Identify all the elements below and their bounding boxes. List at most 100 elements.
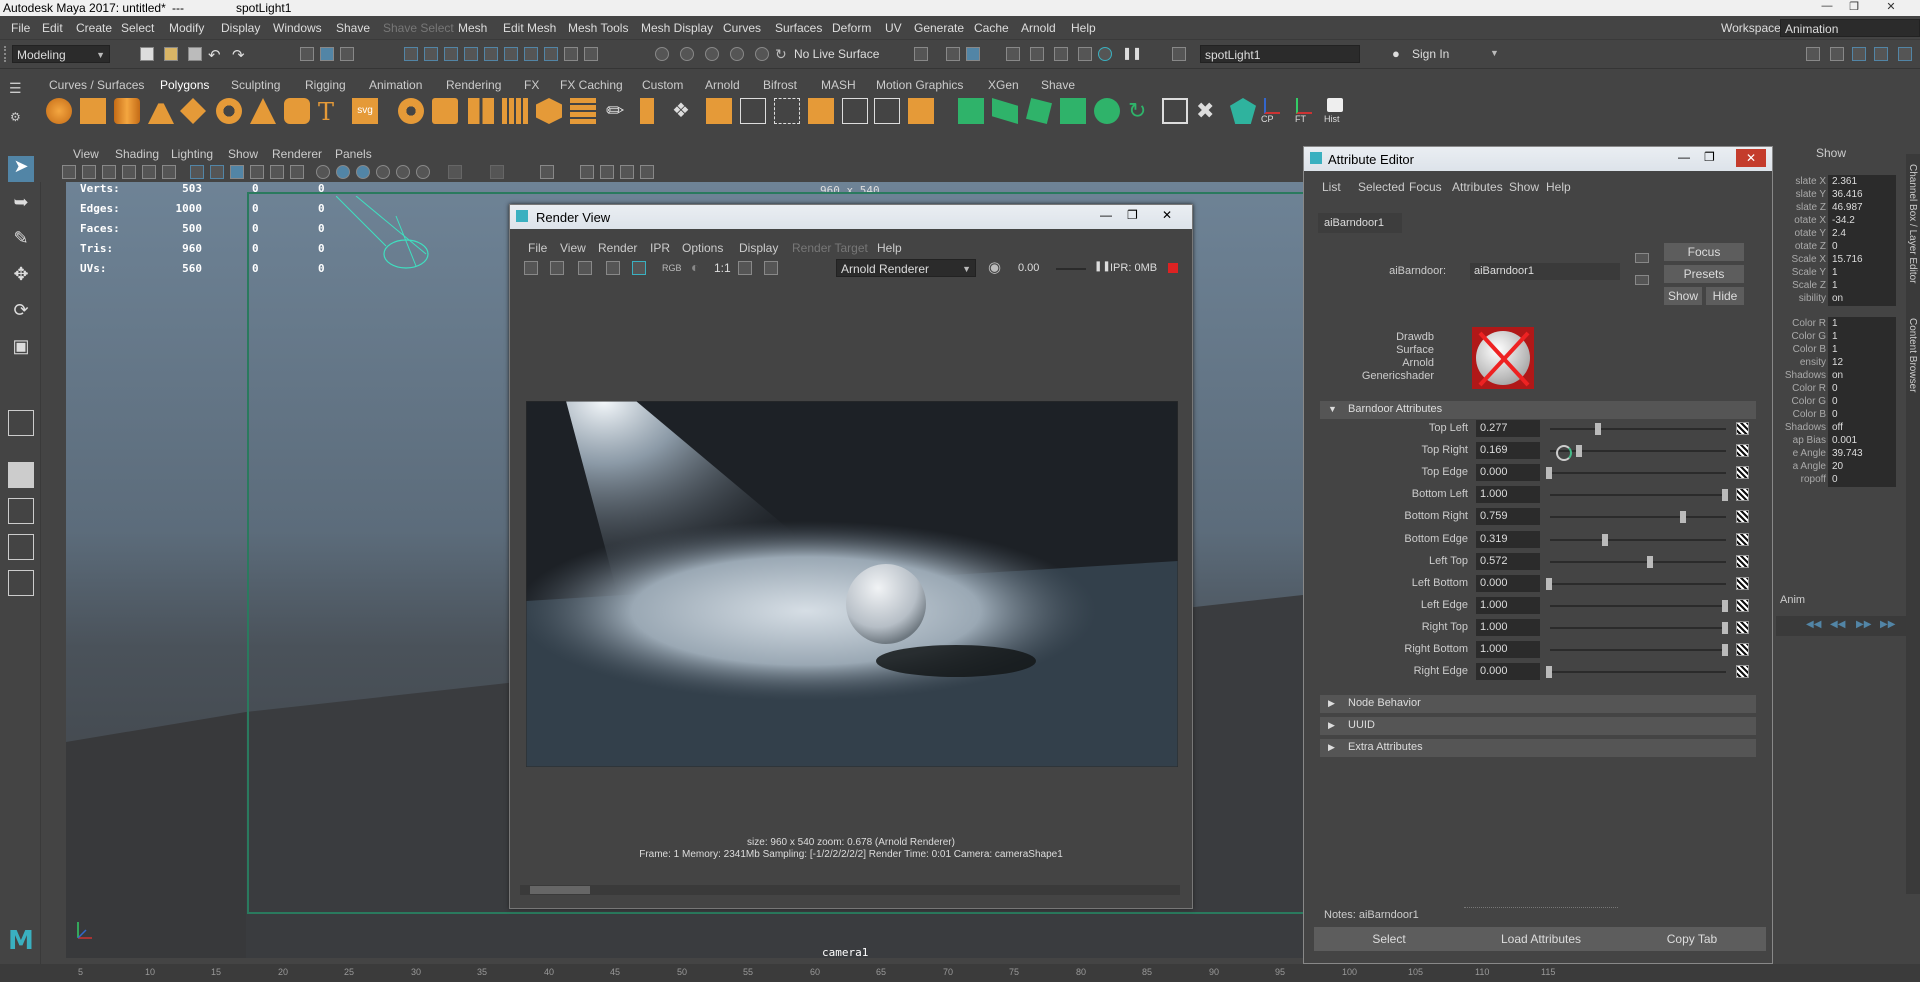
uv-sew-icon[interactable]: ↻	[1128, 98, 1154, 124]
channel-value[interactable]: 46.987	[1828, 201, 1896, 215]
bevel-icon[interactable]	[640, 98, 654, 124]
live-surface-icon[interactable]: ↻	[775, 46, 787, 63]
xray-joints-icon[interactable]	[396, 165, 410, 179]
map-texture-icon[interactable]	[1736, 555, 1749, 568]
poly-plane-icon[interactable]	[180, 98, 206, 124]
channel-label[interactable]: Scale Y	[1776, 267, 1826, 278]
channel-label[interactable]: Color B	[1776, 409, 1826, 420]
layout-single-icon[interactable]	[8, 410, 34, 436]
channel-label[interactable]: Color G	[1776, 331, 1826, 342]
arnold-icon[interactable]	[1230, 98, 1256, 124]
map-texture-icon[interactable]	[1736, 510, 1749, 523]
poly-svg-icon[interactable]: svg	[352, 98, 378, 124]
channel-label[interactable]: ensity	[1776, 357, 1826, 368]
grid-icon[interactable]	[162, 165, 176, 179]
channel-label[interactable]: a Angle	[1776, 461, 1826, 472]
outliner-layout-icon[interactable]	[8, 570, 34, 596]
channel-value[interactable]: 12	[1828, 356, 1896, 370]
channel-value[interactable]: 20	[1828, 460, 1896, 474]
attribute-slider[interactable]	[1550, 494, 1726, 496]
close-icon[interactable]: ✕	[1736, 149, 1766, 167]
rv-menu-render[interactable]: Render	[598, 241, 637, 255]
uuid-section[interactable]: ▶ UUID	[1320, 717, 1756, 735]
ae-menu-list[interactable]: List	[1322, 180, 1341, 194]
menu-windows[interactable]: Windows	[273, 21, 322, 35]
uv-planar-icon[interactable]	[992, 98, 1018, 124]
lock-icon[interactable]	[564, 47, 578, 61]
presets-button[interactable]: Presets	[1664, 265, 1744, 283]
ipr-render-icon[interactable]	[946, 47, 960, 61]
poly-cylinder-icon[interactable]	[114, 98, 140, 124]
uv-unfold-icon[interactable]: ✖	[1196, 98, 1222, 124]
viewport-menu-shading[interactable]: Shading	[115, 147, 159, 161]
slider-handle[interactable]	[1722, 622, 1728, 634]
map-texture-icon[interactable]	[1736, 444, 1749, 457]
chevron-down-icon[interactable]: ▼	[1490, 48, 1499, 58]
shelf-tab-custom[interactable]: Custom	[642, 78, 683, 92]
attribute-value-field[interactable]: 0.277	[1476, 420, 1540, 437]
menu-mesh-display[interactable]: Mesh Display	[641, 21, 713, 35]
snap-grid-icon[interactable]	[404, 47, 418, 61]
channel-value[interactable]: 1	[1828, 343, 1896, 357]
select-tool-icon[interactable]: ➤	[8, 156, 34, 182]
attribute-slider[interactable]	[1550, 561, 1726, 563]
channel-value[interactable]: 2.4	[1828, 227, 1896, 241]
menu-cache[interactable]: Cache	[974, 21, 1009, 35]
channel-value[interactable]: 0	[1828, 395, 1896, 409]
focus-button[interactable]: Focus	[1664, 243, 1744, 261]
sign-in-button[interactable]: Sign In	[1412, 47, 1449, 61]
exposure-icon[interactable]	[448, 165, 462, 179]
input-field-mode-icon[interactable]	[1172, 47, 1186, 61]
menu-display[interactable]: Display	[221, 21, 260, 35]
extrude-icon[interactable]	[706, 98, 732, 124]
maximize-icon[interactable]: ❐	[1127, 208, 1138, 222]
channel-value[interactable]: 2.361	[1828, 175, 1896, 189]
shelf-tab-fx[interactable]: FX	[524, 78, 539, 92]
live-surface-label[interactable]: No Live Surface	[794, 47, 879, 61]
attribute-value-field[interactable]: 0.759	[1476, 508, 1540, 525]
map-texture-icon[interactable]	[1736, 665, 1749, 678]
camera-icon[interactable]	[122, 165, 136, 179]
shelf-tab-arnold[interactable]: Arnold	[705, 78, 740, 92]
uv-editor-icon[interactable]	[958, 98, 984, 124]
shelf-gear-icon[interactable]: ⚙	[10, 110, 21, 124]
shelf-tab-motion-graphics[interactable]: Motion Graphics	[876, 78, 963, 92]
panel-four-icon[interactable]	[640, 165, 654, 179]
boolean-icon[interactable]	[536, 98, 562, 124]
menu-curves[interactable]: Curves	[723, 21, 761, 35]
poly-torus-icon[interactable]	[216, 98, 242, 124]
channel-label[interactable]: otate X	[1776, 215, 1826, 226]
attribute-slider[interactable]	[1550, 671, 1726, 673]
attribute-value-field[interactable]: 0.000	[1476, 575, 1540, 592]
ambient-occlusion-icon[interactable]	[316, 165, 330, 179]
menu-select[interactable]: Select	[121, 21, 154, 35]
viewport-menu-view[interactable]: View	[73, 147, 99, 161]
menu-deform[interactable]: Deform	[832, 21, 871, 35]
move-tool-icon[interactable]: ✥	[8, 264, 34, 290]
ae-menu-attributes[interactable]: Attributes	[1452, 180, 1503, 194]
channel-label[interactable]: slate Y	[1776, 189, 1826, 200]
attribute-value-field[interactable]: 1.000	[1476, 619, 1540, 636]
attribute-slider[interactable]	[1550, 472, 1726, 474]
panel-layout-icon[interactable]	[580, 165, 594, 179]
select-hierarchy-icon[interactable]	[300, 47, 314, 61]
prev-layer-icon[interactable]: ◀◀	[1806, 619, 1821, 630]
slider-handle[interactable]	[1546, 666, 1552, 678]
channel-value[interactable]: 36.416	[1828, 188, 1896, 202]
slider-handle[interactable]	[1595, 423, 1601, 435]
slider-handle[interactable]	[1722, 600, 1728, 612]
map-texture-icon[interactable]	[1736, 466, 1749, 479]
channel-label[interactable]: Color B	[1776, 344, 1826, 355]
channel-label[interactable]: e Angle	[1776, 448, 1826, 459]
ae-menu-help[interactable]: Help	[1546, 180, 1571, 194]
ae-menu-show[interactable]: Show	[1509, 180, 1539, 194]
edit-history-icon[interactable]	[730, 47, 744, 61]
menu-edit[interactable]: Edit	[42, 21, 63, 35]
channel-label[interactable]: otate Z	[1776, 241, 1826, 252]
bookmark-icon[interactable]	[82, 165, 96, 179]
rv-menu-ipr[interactable]: IPR	[650, 241, 670, 255]
image-plane-icon[interactable]	[102, 165, 116, 179]
map-texture-icon[interactable]	[1736, 621, 1749, 634]
menu-create[interactable]: Create	[76, 21, 112, 35]
real-size-button[interactable]: 1:1	[714, 261, 731, 275]
